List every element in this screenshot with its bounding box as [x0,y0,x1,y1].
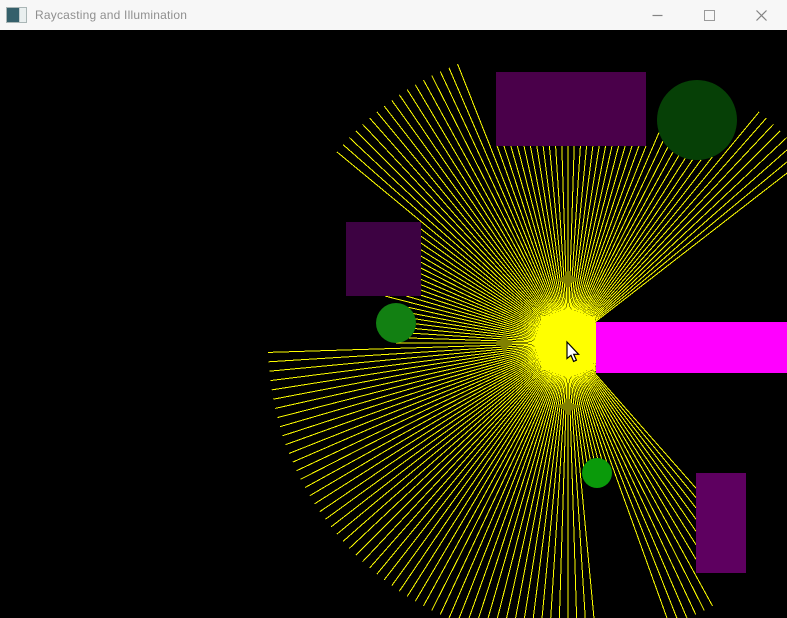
obstacle-top-rect [496,72,646,146]
obstacle-bottom-circle [582,458,612,488]
obstacle-bottom-right-rect [696,473,746,573]
close-icon [755,9,767,21]
obstacle-left-square [346,222,421,296]
maximize-icon [703,9,715,21]
window-titlebar: Raycasting and Illumination [0,0,787,30]
obstacle-big-circle [657,80,737,160]
pygame-app-icon [6,7,27,23]
obstacle-magenta-bar [596,322,787,373]
minimize-button[interactable] [631,0,683,30]
window-title: Raycasting and Illumination [35,8,188,22]
minimize-icon [652,14,662,16]
raycast-scene [268,63,787,618]
obstacle-left-circle [376,303,416,343]
app-icon-light-block [19,8,26,22]
app-window: Raycasting and Illumination [0,0,787,618]
window-controls [631,0,787,30]
close-button[interactable] [735,0,787,30]
maximize-button[interactable] [683,0,735,30]
raycast-canvas[interactable] [0,30,787,618]
app-icon-dark-block [7,8,19,22]
